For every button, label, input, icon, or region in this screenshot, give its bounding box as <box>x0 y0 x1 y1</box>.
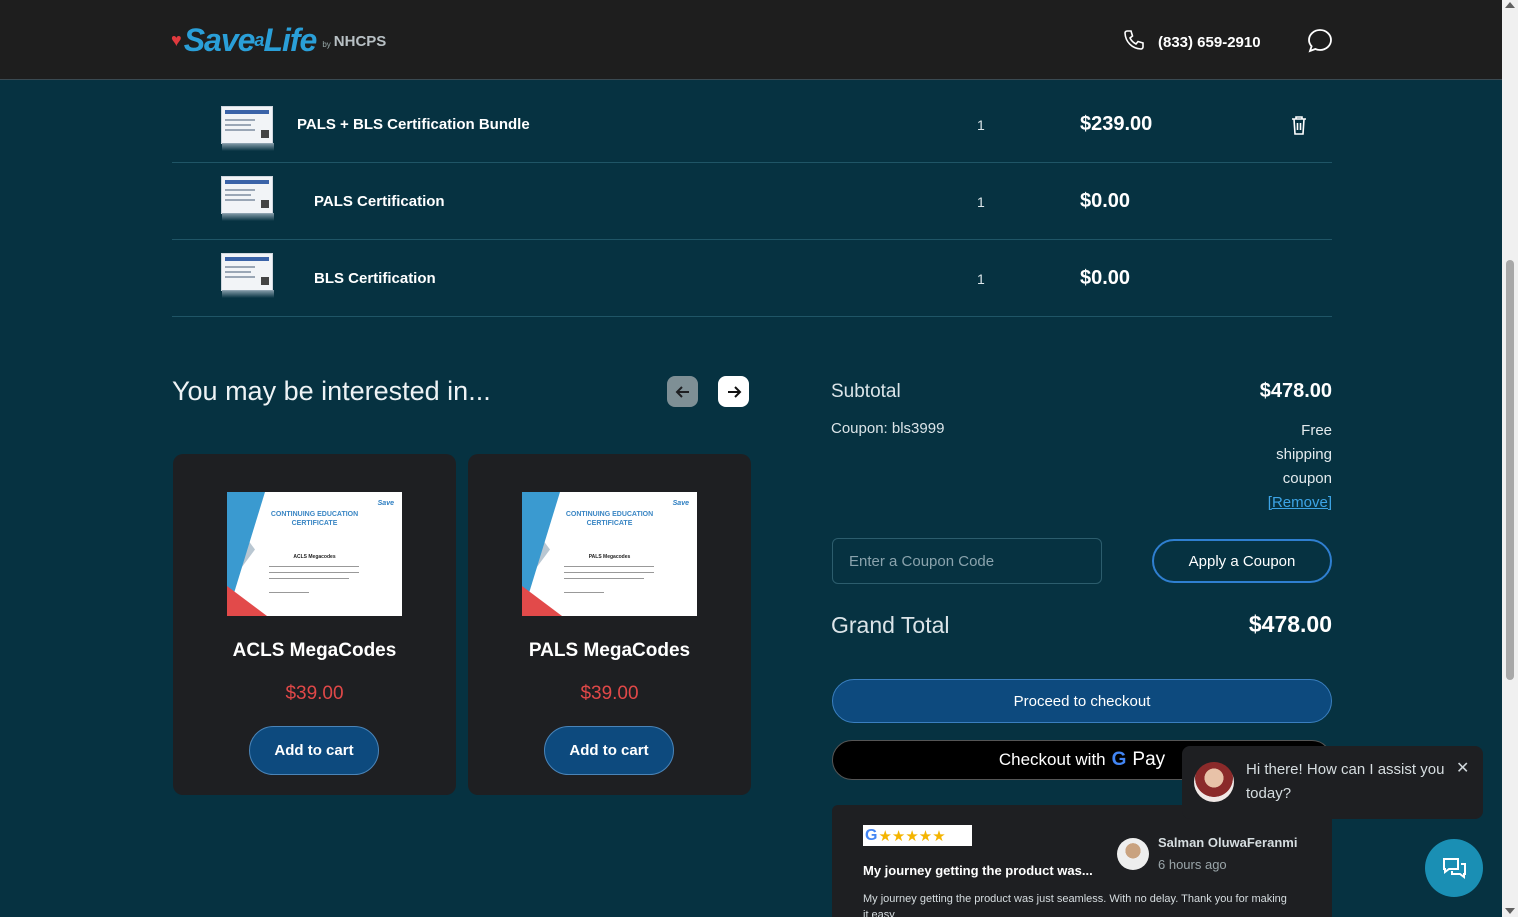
grand-total-value: $478.00 <box>1248 611 1332 637</box>
google-icon: G <box>865 826 878 844</box>
logo-by: by <box>322 39 331 49</box>
remove-coupon-link[interactable]: [Remove] <box>1268 494 1332 511</box>
cart-item-price: $0.00 <box>1080 267 1131 289</box>
cart-row-1: PALS + BLS Certification Bundle 1 $239.0… <box>172 86 1332 163</box>
add-to-cart-button[interactable]: Add to cart <box>249 726 379 775</box>
cart-row-2: PALS Certification 1 $0.00 <box>172 163 1332 240</box>
chat-greeting-popup[interactable]: Hi there! How can I assist you today? ✕ <box>1182 746 1483 819</box>
add-to-cart-button[interactable]: Add to cart <box>544 726 674 775</box>
gpay-pay-text: Pay <box>1132 749 1166 770</box>
site-header: ♥ Save a Life by NHCPS (833) 659-2910 <box>0 0 1502 80</box>
review-time: 6 hours ago <box>1158 857 1227 872</box>
cert-logo: Save <box>377 500 394 507</box>
cert-logo: Save <box>672 500 689 507</box>
carousel-prev-button[interactable] <box>667 376 698 407</box>
reviewer-name: Salman OluwaFeranmi <box>1158 835 1298 850</box>
cert-course: ACLS Megacodes <box>293 554 336 560</box>
chat-greeting-message: Hi there! How can I assist you today? <box>1246 761 1445 802</box>
logo-life: Life <box>263 21 317 58</box>
review-text: My journey getting the product was just … <box>863 893 1287 917</box>
cert-course: PALS Megacodes <box>588 554 631 560</box>
chat-icon <box>1443 858 1466 879</box>
google-g-icon: G <box>1111 749 1127 770</box>
arrow-right-icon <box>727 385 741 398</box>
heart-icon: ♥ <box>171 29 182 50</box>
logo-save: Save <box>183 21 256 58</box>
arrow-left-icon <box>675 385 689 398</box>
coupon-label: Coupon: bls3999 <box>831 420 945 437</box>
savealife-logo[interactable]: ♥ Save a Life by NHCPS <box>171 20 386 60</box>
product-card-pals: Save CONTINUING EDUCATION CERTIFICATE PA… <box>468 454 751 795</box>
trash-icon[interactable] <box>1289 114 1309 141</box>
logo-a: a <box>254 29 264 50</box>
product-price: $39.00 <box>285 683 344 704</box>
review-title: My journey getting the product was... <box>863 863 1093 878</box>
certificate-image[interactable]: Save CONTINUING EDUCATION CERTIFICATE AC… <box>227 492 402 616</box>
logo-nhcps: NHCPS <box>333 32 387 50</box>
reviewer-avatar <box>1117 838 1149 870</box>
apply-coupon-button[interactable]: Apply a Coupon <box>1152 539 1332 583</box>
cart-item-name[interactable]: PALS Certification <box>314 193 445 210</box>
cart-item-price: $239.00 <box>1080 113 1153 135</box>
phone-number: (833) 659-2910 <box>1158 33 1261 51</box>
product-thumbnail <box>221 253 274 298</box>
open-chat-button[interactable] <box>1425 839 1483 897</box>
review-card: G ★★★★★ My journey getting the product w… <box>832 805 1332 917</box>
scrollbar-thumb[interactable] <box>1506 260 1514 680</box>
close-icon[interactable]: ✕ <box>1456 758 1469 778</box>
subtotal-value: $478.00 <box>1259 380 1332 402</box>
certificate-image[interactable]: Save CONTINUING EDUCATION CERTIFICATE PA… <box>522 492 697 616</box>
cart-item-name[interactable]: BLS Certification <box>314 270 436 287</box>
coupon-desc-text: Free shipping coupon <box>1276 422 1332 487</box>
gpay-label: Checkout with <box>998 750 1106 769</box>
chat-bubble-icon[interactable] <box>1306 27 1334 60</box>
cart-item-price: $0.00 <box>1080 190 1131 212</box>
product-title[interactable]: ACLS MegaCodes <box>173 640 456 662</box>
cart-item-qty: 1 <box>977 117 985 133</box>
cart-item-qty: 1 <box>977 194 985 210</box>
recommendations-title: You may be interested in... <box>172 376 491 406</box>
product-price: $39.00 <box>580 683 639 704</box>
agent-avatar <box>1194 762 1234 802</box>
google-rating-badge: G ★★★★★ <box>863 825 972 846</box>
subtotal-label: Subtotal <box>831 381 901 402</box>
cart-item-qty: 1 <box>977 271 985 287</box>
page-scrollbar[interactable] <box>1502 0 1518 917</box>
product-thumbnail <box>221 176 274 221</box>
product-title[interactable]: PALS MegaCodes <box>468 640 751 662</box>
product-card-acls: Save CONTINUING EDUCATION CERTIFICATE AC… <box>173 454 456 795</box>
coupon-description: Free shipping coupon [Remove] <box>1242 419 1332 515</box>
scroll-down-icon[interactable] <box>1505 908 1515 914</box>
cart-row-3: BLS Certification 1 $0.00 <box>172 240 1332 317</box>
grand-total-label: Grand Total <box>831 612 950 638</box>
scroll-up-icon[interactable] <box>1505 2 1515 8</box>
phone-icon <box>1122 28 1146 56</box>
phone-link[interactable]: (833) 659-2910 <box>1122 28 1261 56</box>
cert-heading: CONTINUING EDUCATION CERTIFICATE <box>270 511 359 527</box>
star-rating-icons: ★★★★★ <box>878 827 946 845</box>
product-thumbnail <box>221 106 274 151</box>
cert-heading: CONTINUING EDUCATION CERTIFICATE <box>565 511 654 527</box>
proceed-to-checkout-button[interactable]: Proceed to checkout <box>832 679 1332 723</box>
coupon-code-input[interactable] <box>832 538 1102 584</box>
cart-item-name[interactable]: PALS + BLS Certification Bundle <box>297 116 530 133</box>
carousel-next-button[interactable] <box>718 376 749 407</box>
